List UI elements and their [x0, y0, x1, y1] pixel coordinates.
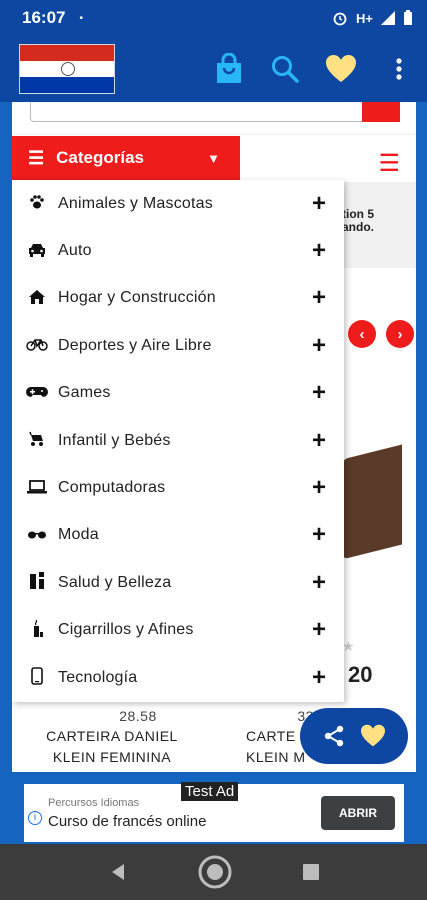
slider-next-button[interactable]: ›: [386, 320, 414, 348]
gamepad-icon: [24, 385, 50, 402]
expand-plus-icon[interactable]: +: [312, 190, 326, 218]
category-item-games[interactable]: Games +: [12, 370, 344, 417]
category-item-cigarrillos[interactable]: Cigarrillos y Afines +: [12, 607, 344, 654]
alarm-icon: [333, 12, 347, 26]
product-name-left[interactable]: CARTEIRA DANIEL KLEIN FEMININA: [32, 726, 192, 768]
paraguay-flag-logo[interactable]: [19, 44, 115, 94]
product-image-wallet[interactable]: [342, 444, 402, 560]
expand-plus-icon[interactable]: +: [312, 616, 326, 644]
expand-plus-icon[interactable]: +: [312, 474, 326, 502]
expand-plus-icon[interactable]: +: [312, 427, 326, 455]
menu-icon[interactable]: ☰: [378, 149, 400, 178]
category-item-deportes[interactable]: Deportes y Aire Libre +: [12, 322, 344, 369]
laptop-icon: [24, 479, 50, 497]
expand-plus-icon[interactable]: +: [312, 569, 326, 597]
product-price: 20: [348, 662, 373, 687]
category-label: Moda: [58, 526, 99, 544]
system-nav-bar: [0, 844, 427, 900]
categories-dropdown-toggle[interactable]: ☰ Categorías ▼: [12, 136, 240, 180]
status-bar: 16:07 • H+: [0, 0, 427, 36]
paw-icon: [24, 194, 50, 213]
category-item-infantil[interactable]: Infantil y Bebés +: [12, 417, 344, 464]
product-price-left: 28.58: [119, 708, 157, 724]
bicycle-icon: [24, 337, 50, 354]
category-label: Tecnología: [58, 668, 138, 686]
baby-icon: [24, 431, 50, 450]
shopping-bag-icon[interactable]: [212, 52, 246, 86]
car-icon: [24, 243, 50, 260]
expand-plus-icon[interactable]: +: [312, 379, 326, 407]
category-label: Cigarrillos y Afines: [58, 621, 194, 639]
category-label: Auto: [58, 242, 92, 260]
category-item-moda[interactable]: Moda +: [12, 512, 344, 559]
signal-icon: [381, 11, 395, 25]
chevron-down-icon: ▼: [207, 150, 220, 166]
slider-prev-button[interactable]: ‹: [348, 320, 376, 348]
notification-dot: •: [79, 12, 83, 24]
category-item-auto[interactable]: Auto +: [12, 227, 344, 274]
expand-plus-icon[interactable]: +: [312, 521, 326, 549]
ad-source: Percursos Idiomas: [48, 797, 140, 809]
favorites-heart-icon[interactable]: [324, 52, 358, 86]
status-icons: H+: [332, 10, 413, 26]
ad-info-icon[interactable]: i: [28, 811, 42, 825]
test-ad-label: Test Ad: [181, 782, 239, 801]
home-icon: [24, 289, 50, 308]
search-bar[interactable]: [30, 102, 400, 122]
category-label: Hogar y Construcción: [58, 289, 216, 307]
category-item-computadoras[interactable]: Computadoras +: [12, 464, 344, 511]
search-button[interactable]: [362, 102, 400, 122]
category-item-animales[interactable]: Animales y Mascotas +: [12, 180, 344, 227]
overflow-menu-icon[interactable]: [382, 52, 416, 86]
categories-title: Categorías: [56, 148, 145, 167]
category-label: Games: [58, 384, 111, 402]
app-bar: [0, 36, 427, 102]
search-icon[interactable]: [268, 52, 302, 86]
category-item-tecnologia[interactable]: Tecnología +: [12, 654, 344, 701]
home-nav-icon[interactable]: [198, 855, 232, 889]
back-icon[interactable]: [108, 862, 128, 882]
recents-icon[interactable]: [302, 863, 320, 881]
ad-title[interactable]: Curso de francés online: [48, 813, 206, 830]
category-item-salud[interactable]: Salud y Belleza +: [12, 559, 344, 606]
phone-icon: [24, 667, 50, 688]
beauty-icon: [24, 572, 50, 593]
category-label: Salud y Belleza: [58, 573, 172, 591]
expand-plus-icon[interactable]: +: [312, 237, 326, 265]
network-type: H+: [356, 10, 373, 26]
categories-menu: Animales y Mascotas + Auto + Hogar y Con…: [12, 180, 344, 702]
expand-plus-icon[interactable]: +: [312, 284, 326, 312]
expand-plus-icon[interactable]: +: [312, 332, 326, 360]
share-icon[interactable]: [322, 724, 346, 748]
category-label: Infantil y Bebés: [58, 431, 171, 449]
share-favorite-fab[interactable]: [300, 708, 408, 764]
category-item-hogar[interactable]: Hogar y Construcción +: [12, 275, 344, 322]
ad-banner[interactable]: Test Ad i Percursos Idiomas Curso de fra…: [24, 782, 404, 842]
expand-plus-icon[interactable]: +: [312, 664, 326, 692]
main-content: ☰ tion 5 ando. ‹ › ★ 20 28.58 CARTEIRA D…: [12, 102, 416, 772]
category-label: Computadoras: [58, 479, 166, 497]
ad-open-button[interactable]: ABRIR: [321, 796, 395, 830]
category-label: Animales y Mascotas: [58, 194, 213, 212]
glasses-icon: [24, 527, 50, 543]
heart-icon[interactable]: [360, 724, 386, 748]
cigarette-icon: [24, 619, 50, 641]
category-label: Deportes y Aire Libre: [58, 336, 212, 354]
hamburger-icon: ☰: [28, 147, 45, 168]
battery-icon: [404, 10, 412, 25]
status-time: 16:07: [22, 8, 66, 27]
promo-banner-text: tion 5 ando.: [342, 207, 374, 234]
